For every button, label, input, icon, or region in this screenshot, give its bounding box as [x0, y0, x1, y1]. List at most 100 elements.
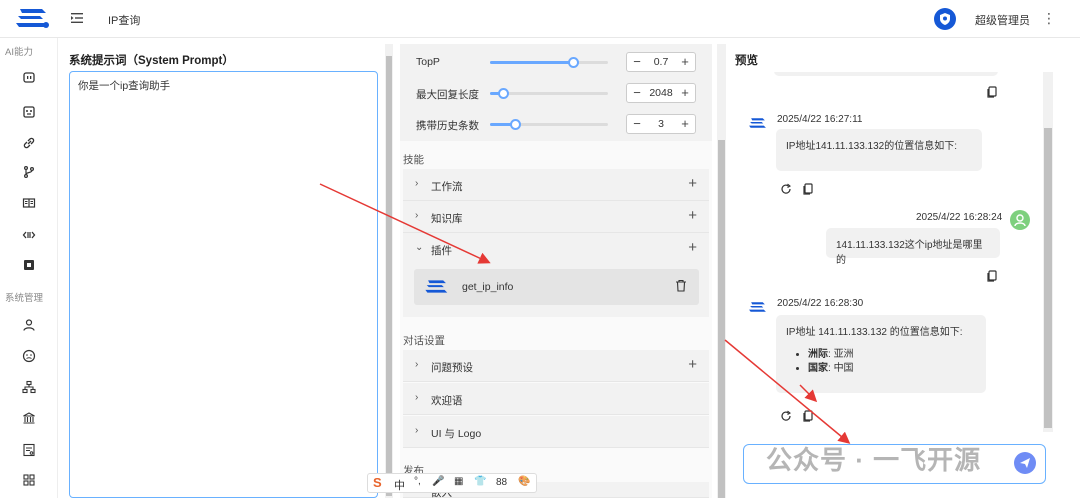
left-scrollbar[interactable] — [385, 44, 393, 498]
accordion-knowledge[interactable]: › 知识库 + — [403, 201, 709, 233]
link-icon[interactable] — [22, 136, 36, 150]
page-tab[interactable]: IP查询 — [108, 12, 140, 28]
system-prompt-title: 系统提示词（System Prompt） — [69, 55, 234, 67]
slider-knob[interactable] — [498, 88, 509, 99]
add-icon[interactable]: + — [688, 356, 697, 373]
chevron-right-icon: › — [415, 178, 419, 189]
increment-button[interactable]: + — [678, 116, 692, 132]
chat-icon[interactable] — [22, 71, 36, 85]
bot-avatar-icon — [749, 118, 766, 128]
maxlen-slider[interactable] — [490, 88, 608, 99]
accordion-preset-questions[interactable]: › 问题预设 + — [403, 350, 709, 382]
refresh-icon[interactable] — [780, 410, 792, 422]
scroll-thumb[interactable] — [1044, 128, 1052, 428]
add-icon[interactable]: + — [688, 207, 697, 224]
dialog-settings-label: 对话设置 — [403, 335, 445, 347]
system-prompt-panel: 系统提示词（System Prompt） 你是一个ip查询助手 — [62, 44, 382, 498]
toolbox-icon[interactable]: 88 — [496, 477, 507, 488]
chip-icon[interactable] — [22, 258, 36, 272]
slider-knob[interactable] — [568, 57, 579, 68]
skin-icon[interactable]: 👕 — [474, 476, 486, 487]
copy-icon[interactable] — [802, 410, 814, 422]
robot-icon[interactable] — [22, 105, 36, 119]
app-logo[interactable] — [14, 7, 52, 29]
scroll-thumb[interactable] — [386, 56, 392, 496]
param-history-row: 携带历史条数 − 3 + — [416, 114, 706, 134]
plugin-name: get_ip_info — [462, 281, 514, 293]
refresh-icon[interactable] — [780, 183, 792, 195]
trash-icon[interactable] — [675, 279, 687, 292]
user-avatar[interactable] — [934, 8, 956, 30]
accordion-welcome[interactable]: › 欢迎语 — [403, 383, 709, 415]
code-icon[interactable] — [22, 228, 36, 242]
history-stepper[interactable]: − 3 + — [626, 114, 696, 134]
message-bullets: 洲际: 亚洲 国家: 中国 — [808, 348, 976, 376]
chat-scrollbar[interactable] — [1043, 72, 1053, 432]
message-text: IP地址 141.11.133.132 的位置信息如下: — [786, 327, 963, 338]
system-prompt-input[interactable]: 你是一个ip查询助手 — [69, 71, 378, 498]
microphone-icon[interactable]: 🎤 — [432, 476, 444, 487]
stepper-value[interactable]: 0.7 — [645, 56, 677, 68]
palette-icon[interactable]: 🎨 — [518, 476, 530, 487]
copy-icon[interactable] — [986, 86, 998, 98]
middle-scrollbar[interactable] — [717, 44, 726, 498]
send-button[interactable] — [1014, 452, 1036, 474]
add-icon[interactable]: + — [688, 175, 697, 192]
maxlen-stepper[interactable]: − 2048 + — [626, 83, 696, 103]
message-bubble — [774, 72, 998, 76]
params-card: TopP − 0.7 + 最大回复长度 − 2048 + 携带历史条数 − 3 … — [400, 44, 712, 141]
slider-knob[interactable] — [510, 119, 521, 130]
keyboard-icon[interactable]: ▦ — [454, 476, 463, 487]
scroll-thumb[interactable] — [718, 140, 725, 498]
branch-icon[interactable] — [22, 165, 36, 179]
chevron-right-icon: › — [415, 359, 419, 370]
accordion-workflow[interactable]: › 工作流 + — [403, 169, 709, 201]
ime-chinese-mode[interactable]: 中 — [394, 477, 405, 493]
bullet-key: 国家 — [808, 363, 828, 374]
ime-toolbar[interactable]: S 中 °, 🎤 ▦ 👕 88 🎨 — [367, 473, 537, 493]
bullet-value: 亚洲 — [833, 349, 854, 360]
bullet-key: 洲际 — [808, 349, 828, 360]
param-label: 最大回复长度 — [416, 89, 479, 101]
skills-label: 技能 — [403, 154, 424, 166]
decrement-button[interactable]: − — [630, 85, 644, 101]
user-name[interactable]: 超级管理员 — [975, 12, 1030, 28]
send-icon — [1020, 458, 1030, 468]
grid-icon[interactable] — [22, 473, 36, 487]
app: IP查询 超级管理员 ⋮ AI能力 系统管理 系统提示词（System Prom… — [0, 0, 1080, 498]
param-maxlen-row: 最大回复长度 − 2048 + — [416, 83, 706, 103]
sogou-logo-icon[interactable]: S — [373, 475, 382, 490]
org-icon[interactable] — [22, 380, 36, 394]
menu-toggle-icon[interactable] — [70, 11, 84, 25]
copy-icon[interactable] — [802, 183, 814, 195]
decrement-button[interactable]: − — [630, 116, 644, 132]
copy-icon[interactable] — [986, 270, 998, 282]
accordion-label: 知识库 — [431, 213, 463, 225]
increment-button[interactable]: + — [678, 54, 692, 70]
topp-slider[interactable] — [490, 57, 608, 68]
more-vertical-icon[interactable]: ⋮ — [1042, 9, 1056, 27]
bank-icon[interactable] — [22, 411, 36, 425]
increment-button[interactable]: + — [678, 85, 692, 101]
accordion-label: 欢迎语 — [431, 395, 463, 407]
chevron-right-icon: › — [415, 392, 419, 403]
param-label: 携带历史条数 — [416, 120, 479, 132]
top-header: IP查询 超级管理员 ⋮ — [0, 0, 1080, 38]
book-icon[interactable] — [22, 196, 36, 210]
log-icon[interactable] — [22, 443, 36, 457]
stepper-value[interactable]: 2048 — [645, 87, 677, 99]
plugin-item[interactable]: get_ip_info — [414, 269, 699, 305]
ime-punctuation[interactable]: °, — [414, 476, 421, 487]
history-slider[interactable] — [490, 119, 608, 130]
user-message-bubble: 141.11.133.132这个ip地址是哪里的 — [826, 228, 1000, 266]
topp-stepper[interactable]: − 0.7 + — [626, 52, 696, 72]
user-icon[interactable] — [22, 318, 36, 332]
add-icon[interactable]: + — [688, 239, 697, 256]
shield-icon — [940, 13, 950, 25]
decrement-button[interactable]: − — [630, 54, 644, 70]
role-icon[interactable] — [22, 349, 36, 363]
message-text: IP地址141.11.133.132的位置信息如下: — [786, 141, 957, 152]
stepper-value[interactable]: 3 — [645, 118, 677, 130]
bullet-value: 中国 — [833, 363, 854, 374]
accordion-ui-logo[interactable]: › UI 与 Logo — [403, 416, 709, 448]
